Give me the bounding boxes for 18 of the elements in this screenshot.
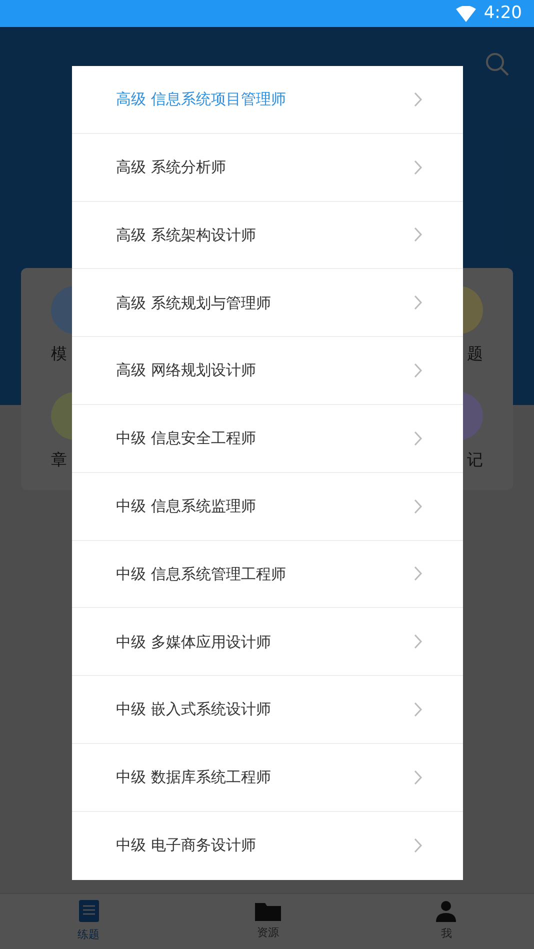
- chevron-right-icon: [414, 363, 423, 378]
- chevron-right-icon: [414, 430, 423, 446]
- chevron-right-icon: [414, 634, 423, 650]
- chevron-right-icon: [414, 92, 423, 107]
- chevron-right-icon: [414, 160, 423, 175]
- person-icon: [436, 900, 456, 922]
- chevron-right-icon: [414, 770, 423, 785]
- chevron-right-icon: [414, 566, 423, 582]
- chevron-right-icon: [414, 498, 423, 514]
- chevron-right-icon: [414, 702, 423, 718]
- chevron-right-icon: [414, 227, 423, 242]
- wifi-icon: [456, 6, 476, 22]
- chevron-right-icon: [414, 295, 423, 310]
- chevron-right-icon: [414, 838, 423, 854]
- folder-icon: [254, 901, 281, 922]
- book-icon: [78, 899, 100, 924]
- search-icon[interactable]: [485, 52, 509, 76]
- status-time: 4:20: [484, 2, 522, 25]
